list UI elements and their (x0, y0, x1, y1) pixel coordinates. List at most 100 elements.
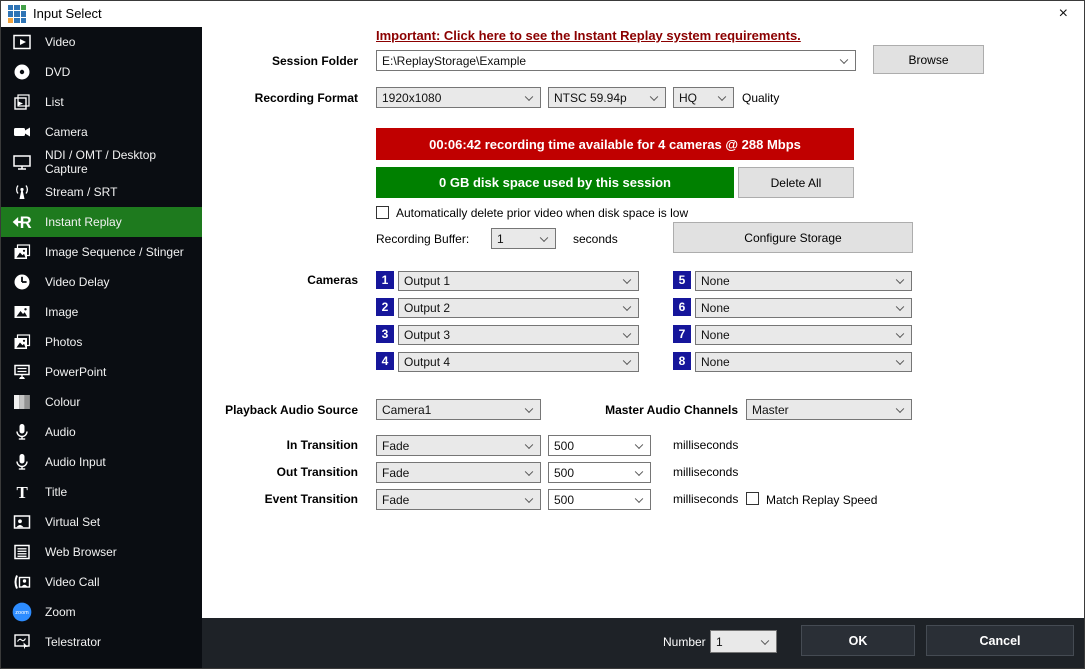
image-icon (9, 302, 35, 322)
sidebar-item-desktop-capture[interactable]: NDI / OMT / Desktop Capture (1, 147, 202, 177)
camera-1-badge: 1 (376, 271, 394, 289)
event-transition-duration-combobox[interactable]: 500 (548, 489, 651, 510)
camera-5-badge: 5 (673, 271, 691, 289)
out-transition-duration-combobox[interactable]: 500 (548, 462, 651, 483)
sidebar-item-instant-replay[interactable]: R Instant Replay (1, 207, 202, 237)
sidebar-item-audio-input[interactable]: Audio Input (1, 447, 202, 477)
chevron-down-icon (896, 276, 904, 284)
sidebar-item-photos[interactable]: Photos (1, 327, 202, 357)
camera-2-badge: 2 (376, 298, 394, 316)
master-audio-channels-value: Master (752, 403, 789, 417)
master-audio-channels-dropdown[interactable]: Master (746, 399, 912, 420)
recording-buffer-value: 1 (497, 232, 504, 246)
configure-storage-button[interactable]: Configure Storage (673, 222, 913, 253)
sidebar-item-stream-srt[interactable]: Stream / SRT (1, 177, 202, 207)
out-transition-type-dropdown[interactable]: Fade (376, 462, 541, 483)
camera-4-value: Output 4 (404, 355, 450, 369)
camera-3-dropdown[interactable]: Output 3 (398, 325, 639, 345)
stream-icon (9, 182, 35, 202)
in-transition-type-dropdown[interactable]: Fade (376, 435, 541, 456)
desktop-capture-icon (9, 152, 35, 172)
session-folder-label: Session Folder (202, 54, 358, 68)
recording-time-banner: 00:06:42 recording time available for 4 … (376, 128, 854, 160)
delete-all-button[interactable]: Delete All (738, 167, 854, 198)
chevron-down-icon (650, 92, 658, 100)
playback-audio-source-dropdown[interactable]: Camera1 (376, 399, 541, 420)
sidebar-item-audio[interactable]: Audio (1, 417, 202, 447)
recording-buffer-dropdown[interactable]: 1 (491, 228, 556, 249)
sidebar-item-video-delay[interactable]: Video Delay (1, 267, 202, 297)
camera-4-dropdown[interactable]: Output 4 (398, 352, 639, 372)
camera-8-badge: 8 (673, 352, 691, 370)
chevron-down-icon (896, 330, 904, 338)
camera-1-dropdown[interactable]: Output 1 (398, 271, 639, 291)
ok-button[interactable]: OK (801, 625, 915, 656)
frame-rate-value: NTSC 59.94p (554, 91, 627, 105)
sidebar-item-label: Audio (45, 425, 76, 439)
chevron-down-icon (896, 404, 904, 412)
sidebar-item-zoom[interactable]: zoom Zoom (1, 597, 202, 627)
camera-2-dropdown[interactable]: Output 2 (398, 298, 639, 318)
session-folder-value: E:\ReplayStorage\Example (382, 54, 526, 68)
match-replay-speed-checkbox[interactable] (746, 492, 759, 505)
auto-delete-checkbox[interactable] (376, 206, 389, 219)
playback-audio-source-value: Camera1 (382, 403, 431, 417)
camera-7-value: None (701, 328, 730, 342)
sidebar-item-telestrator[interactable]: Telestrator (1, 627, 202, 657)
event-transition-type-dropdown[interactable]: Fade (376, 489, 541, 510)
sidebar-item-video[interactable]: Video (1, 27, 202, 57)
sidebar-item-colour[interactable]: Colour (1, 387, 202, 417)
sidebar-item-label: DVD (45, 65, 70, 79)
sidebar-item-dvd[interactable]: DVD (1, 57, 202, 87)
sidebar-item-camera[interactable]: Camera (1, 117, 202, 147)
number-label: Number (663, 635, 706, 649)
sidebar-item-web-browser[interactable]: Web Browser (1, 537, 202, 567)
camera-5-dropdown[interactable]: None (695, 271, 912, 291)
sidebar-item-image-sequence[interactable]: Image Sequence / Stinger (1, 237, 202, 267)
list-icon (9, 92, 35, 112)
input-select-dialog: Input Select × Video DVD List Camera NDI… (0, 0, 1085, 669)
sidebar-item-title[interactable]: T Title (1, 477, 202, 507)
camera-6-badge: 6 (673, 298, 691, 316)
sidebar-item-virtual-set[interactable]: Virtual Set (1, 507, 202, 537)
sidebar-item-label: Photos (45, 335, 82, 349)
chevron-down-icon (525, 440, 533, 448)
milliseconds-label: milliseconds (673, 492, 738, 506)
sidebar-item-label: Image (45, 305, 78, 319)
camera-8-dropdown[interactable]: None (695, 352, 912, 372)
sidebar-item-label: Audio Input (45, 455, 106, 469)
title-icon: T (9, 482, 35, 502)
chevron-down-icon (623, 276, 631, 284)
sidebar-item-video-call[interactable]: Video Call (1, 567, 202, 597)
photos-icon (9, 332, 35, 352)
sidebar-item-list[interactable]: List (1, 87, 202, 117)
sidebar-item-label: Telestrator (45, 635, 101, 649)
instant-replay-icon: R (9, 211, 35, 233)
camera-4-badge: 4 (376, 352, 394, 370)
camera-6-dropdown[interactable]: None (695, 298, 912, 318)
vmix-logo-icon (8, 5, 26, 23)
camera-7-dropdown[interactable]: None (695, 325, 912, 345)
chevron-down-icon (761, 636, 769, 644)
sidebar-item-powerpoint[interactable]: PowerPoint (1, 357, 202, 387)
in-transition-duration-combobox[interactable]: 500 (548, 435, 651, 456)
chevron-down-icon (623, 303, 631, 311)
quality-value: HQ (679, 91, 697, 105)
close-icon[interactable]: × (1059, 4, 1068, 24)
colour-icon (9, 392, 35, 412)
sidebar-item-image[interactable]: Image (1, 297, 202, 327)
zoom-icon: zoom (9, 601, 35, 623)
sidebar-item-label: NDI / OMT / Desktop Capture (45, 148, 202, 176)
system-requirements-link[interactable]: Important: Click here to see the Instant… (376, 28, 801, 43)
cancel-button[interactable]: Cancel (926, 625, 1074, 656)
image-sequence-icon (9, 242, 35, 262)
frame-rate-dropdown[interactable]: NTSC 59.94p (548, 87, 666, 108)
resolution-dropdown[interactable]: 1920x1080 (376, 87, 541, 108)
number-dropdown[interactable]: 1 (710, 630, 777, 653)
chevron-down-icon (635, 440, 643, 448)
quality-dropdown[interactable]: HQ (673, 87, 734, 108)
browse-button[interactable]: Browse (873, 45, 984, 74)
session-folder-combobox[interactable]: E:\ReplayStorage\Example (376, 50, 856, 71)
sidebar-item-label: Video Delay (45, 275, 110, 289)
footer-bar: Number 1 OK Cancel (202, 618, 1085, 669)
